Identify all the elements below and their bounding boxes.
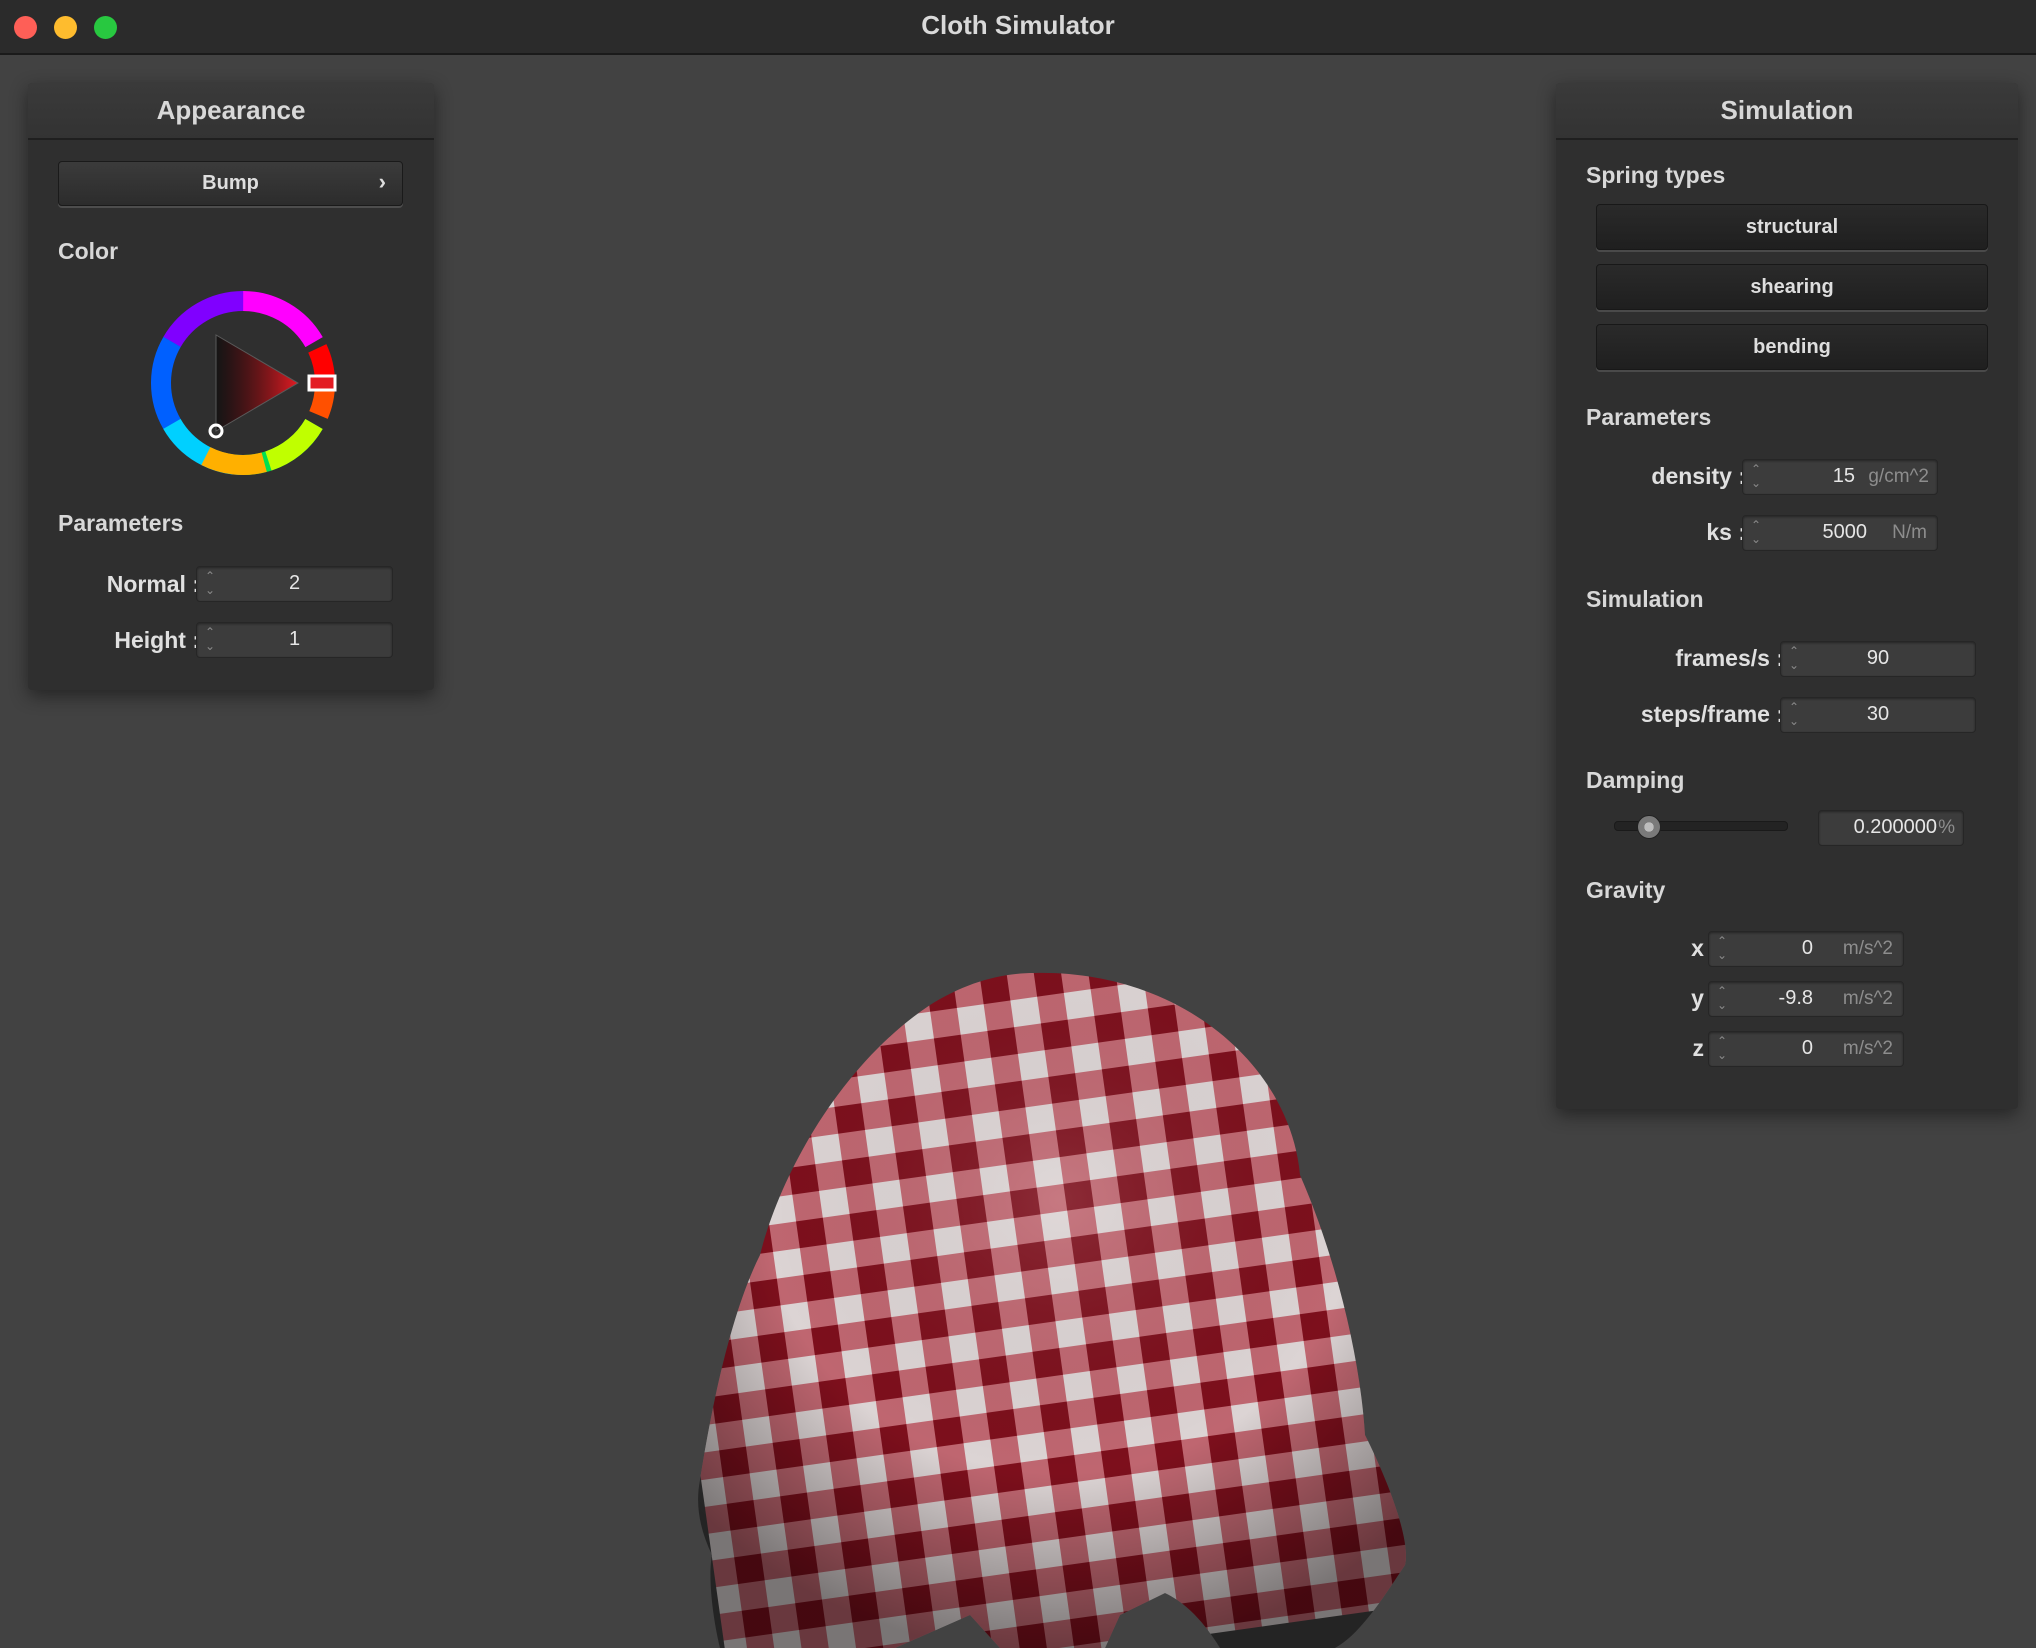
appearance-parameters-label: Parameters xyxy=(58,510,184,536)
sim-parameters-label: Parameters xyxy=(1586,404,1712,430)
frames-per-second-value: 90 xyxy=(1866,647,1890,669)
chevron-right-icon: › xyxy=(378,169,386,194)
steps-per-frame-value: 30 xyxy=(1866,703,1890,725)
shearing-spring-button[interactable]: shearing xyxy=(1596,264,1988,310)
shader-select-button[interactable]: Bump › xyxy=(58,161,403,206)
simulation-panel-title[interactable]: Simulation xyxy=(1556,83,2018,140)
color-section-label: Color xyxy=(58,238,119,264)
frames-per-second-label: frames/s : xyxy=(1675,645,1784,671)
gravity-z-label: z : xyxy=(1692,1035,1718,1061)
simulation-section-label: Simulation xyxy=(1586,586,1704,612)
appearance-panel-title[interactable]: Appearance xyxy=(28,83,434,140)
gravity-y-value: -9.8 xyxy=(1778,987,1813,1009)
gravity-z-unit: m/s^2 xyxy=(1842,1038,1893,1059)
density-label: density : xyxy=(1651,463,1746,489)
gravity-y-input[interactable]: ⌃ ⌄ -9.8 m/s^2 xyxy=(1708,981,1904,1017)
gravity-y-label: y : xyxy=(1691,985,1718,1011)
shader-select-label: Bump xyxy=(202,172,259,194)
stepper-arrows-icon[interactable]: ⌃ ⌄ xyxy=(1749,462,1763,492)
stepper-arrows-icon[interactable]: ⌃ ⌄ xyxy=(1715,1034,1729,1064)
spring-types-label: Spring types xyxy=(1586,162,1726,188)
density-value: 15 xyxy=(1832,465,1855,487)
title-bar: Cloth Simulator xyxy=(0,0,2036,55)
window-title: Cloth Simulator xyxy=(921,10,1115,40)
damping-label: Damping xyxy=(1586,767,1685,793)
stepper-arrows-icon[interactable]: ⌃ ⌄ xyxy=(1715,984,1729,1014)
gravity-x-label: x : xyxy=(1691,935,1718,961)
damping-value: 0.200000 xyxy=(1853,816,1937,838)
gravity-x-input[interactable]: ⌃ ⌄ 0 m/s^2 xyxy=(1708,931,1904,967)
steps-per-frame-input[interactable]: ⌃ ⌄ 30 xyxy=(1780,697,1976,733)
stepper-arrows-icon[interactable]: ⌃ ⌄ xyxy=(1749,518,1763,548)
damping-unit: % xyxy=(1938,817,1955,838)
stepper-arrows-icon[interactable]: ⌃ ⌄ xyxy=(1715,934,1729,964)
simulation-panel: Simulation Spring types structural shear… xyxy=(1556,83,2018,1109)
frames-per-second-input[interactable]: ⌃ ⌄ 90 xyxy=(1780,641,1976,677)
ks-unit: N/m xyxy=(1892,522,1927,543)
height-input[interactable]: ⌃ ⌄ 1 xyxy=(196,622,393,658)
steps-per-frame-label: steps/frame : xyxy=(1640,701,1784,727)
ks-input[interactable]: ⌃ ⌄ 5000 N/m xyxy=(1742,515,1938,551)
density-unit: g/cm^2 xyxy=(1868,466,1929,487)
gravity-label: Gravity xyxy=(1586,877,1666,903)
gravity-x-value: 0 xyxy=(1801,937,1813,959)
gravity-y-unit: m/s^2 xyxy=(1842,988,1893,1009)
ks-value: 5000 xyxy=(1822,521,1868,543)
ks-label: ks : xyxy=(1706,519,1746,545)
gravity-x-unit: m/s^2 xyxy=(1842,938,1893,959)
height-value: 1 xyxy=(288,628,301,650)
height-label: Height : xyxy=(114,627,200,653)
appearance-panel: Appearance Bump › Color Parameters Norma… xyxy=(28,83,434,690)
bending-spring-button[interactable]: bending xyxy=(1596,324,1988,370)
normal-value: 2 xyxy=(288,572,301,594)
damping-slider-handle[interactable] xyxy=(1637,815,1662,839)
gravity-z-value: 0 xyxy=(1801,1037,1813,1059)
damping-input[interactable]: 0.200000 % xyxy=(1818,810,1964,846)
structural-spring-button[interactable]: structural xyxy=(1596,204,1988,250)
normal-label: Normal : xyxy=(106,571,200,597)
density-input[interactable]: ⌃ ⌄ 15 g/cm^2 xyxy=(1742,459,1938,495)
normal-input[interactable]: ⌃ ⌄ 2 xyxy=(196,566,393,602)
gravity-z-input[interactable]: ⌃ ⌄ 0 m/s^2 xyxy=(1708,1031,1904,1067)
color-wheel[interactable] xyxy=(143,283,343,483)
